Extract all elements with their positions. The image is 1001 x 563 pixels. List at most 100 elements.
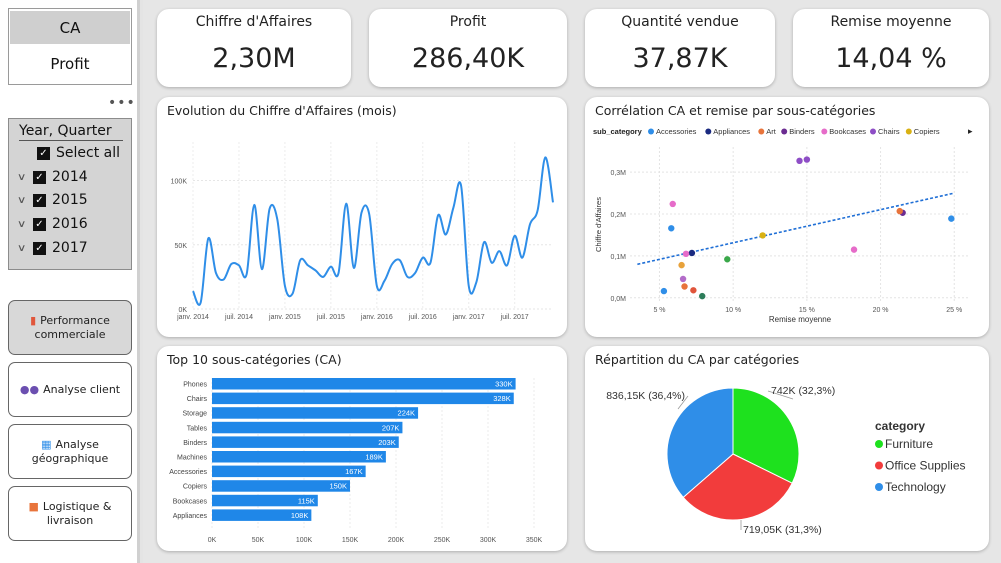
select-all-label: Select all xyxy=(56,145,120,161)
line-chart-card[interactable]: Evolution du Chiffre d'Affaires (mois) 0… xyxy=(157,97,567,337)
slicer-item-2016[interactable]: ∨ ✓ 2016 xyxy=(17,216,88,232)
bar-data-label: 108K xyxy=(291,511,309,520)
toggle-ca-button[interactable]: CA xyxy=(10,11,130,44)
legend-title: sub_category xyxy=(593,127,643,136)
more-options-icon[interactable]: ••• xyxy=(108,95,136,111)
bar-data-label: 203K xyxy=(378,438,396,447)
y-tick-label: 50K xyxy=(175,243,188,250)
legend-marker xyxy=(821,128,828,135)
nav-analyse-client[interactable]: ●● Analyse client xyxy=(8,362,132,417)
year-label: 2014 xyxy=(52,169,88,185)
kpi-card-remise[interactable]: Remise moyenne 14,04 % xyxy=(793,9,989,87)
y-tick-label: 0,1M xyxy=(610,254,626,261)
scatter-point xyxy=(682,250,690,258)
toggle-profit-button[interactable]: Profit xyxy=(9,44,131,84)
pie-chart: 742K (32,3%) 719,05K (31,3%) 836,15K (36,4… xyxy=(606,385,965,536)
nav-logistique-livraison[interactable]: ■ Logistique & livraison xyxy=(8,486,132,541)
x-tick-label: 200K xyxy=(388,537,405,544)
scatter-point xyxy=(699,292,706,300)
x-tick-label: 0K xyxy=(208,537,217,544)
legend-label: Technology xyxy=(885,480,946,494)
scatter-point xyxy=(669,200,676,208)
x-tick-label: 350K xyxy=(526,537,543,544)
nav-performance-commerciale[interactable]: ▮ Performance commerciale xyxy=(8,300,132,355)
x-tick-label: 10 % xyxy=(725,307,741,314)
scatter-chart-card[interactable]: Corrélation CA et remise par sous-catégo… xyxy=(585,97,989,337)
kpi-value: 37,87K xyxy=(632,43,728,74)
slicer-item-2015[interactable]: ∨ ✓ 2015 xyxy=(17,192,88,208)
x-tick-label: 20 % xyxy=(873,307,889,314)
x-tick-label: janv. 2017 xyxy=(452,314,485,321)
chevron-down-icon[interactable]: ∨ xyxy=(17,172,35,183)
y-category-label: Binders xyxy=(183,440,207,447)
kpi-label: Chiffre d'Affaires xyxy=(195,14,313,30)
x-tick-label: 300K xyxy=(480,537,497,544)
bar-chart-card[interactable]: Top 10 sous-catégories (CA) 0K 50K 100K 150… xyxy=(157,346,567,551)
legend-title: category xyxy=(875,419,925,433)
kpi-value: 14,04 % xyxy=(835,43,947,74)
legend-marker xyxy=(648,128,654,135)
bar xyxy=(212,436,399,448)
y-category-label: Machines xyxy=(177,455,207,462)
kpi-card-profit[interactable]: Profit 286,40K xyxy=(369,9,567,87)
chevron-down-icon[interactable]: ∨ xyxy=(17,243,35,254)
bar xyxy=(212,392,514,405)
legend-label: Copiers xyxy=(914,127,940,136)
kpi-label: Quantité vendue xyxy=(621,14,739,30)
legend-marker xyxy=(781,128,788,135)
legend-marker xyxy=(705,128,712,135)
y-category-label: Phones xyxy=(183,382,207,389)
legend-marker xyxy=(875,440,883,448)
scatter-point xyxy=(850,246,858,253)
scatter-point xyxy=(948,215,955,222)
y-category-label: Accessories xyxy=(169,469,207,476)
bar-chart-icon: ▮ xyxy=(30,313,37,327)
slicer-title: Year, Quarter xyxy=(19,123,123,141)
x-tick-label: juil. 2016 xyxy=(408,314,437,321)
kpi-value: 286,40K xyxy=(411,43,525,74)
bar-data-label: 150K xyxy=(329,482,347,491)
legend-label: Accessories xyxy=(656,127,697,136)
scatter-point xyxy=(803,156,811,163)
ca-series-line xyxy=(192,156,554,306)
x-tick-label: 5 % xyxy=(653,307,665,314)
y-category-label: Appliances xyxy=(173,513,208,520)
x-tick-label: janv. 2016 xyxy=(360,314,393,321)
kpi-value: 2,30M xyxy=(212,43,296,74)
legend-label: Bookcases xyxy=(829,127,866,136)
slicer-item-2017[interactable]: ∨ ✓ 2017 xyxy=(17,240,88,256)
kpi-card-ca[interactable]: Chiffre d'Affaires 2,30M xyxy=(157,9,351,87)
checkbox-icon[interactable]: ✓ xyxy=(37,146,50,160)
x-tick-label: janv. 2014 xyxy=(176,314,209,321)
kpi-card-quantite[interactable]: Quantité vendue 37,87K xyxy=(585,9,775,87)
bar-data-label: 115K xyxy=(298,496,315,505)
pie-chart-card[interactable]: Répartition du CA par catégories 742K (3… xyxy=(585,346,989,551)
year-label: 2016 xyxy=(52,216,88,232)
pie-data-label: 742K (32,3%) xyxy=(771,385,835,397)
nav-analyse-geographique[interactable]: ▦ Analyse géographique xyxy=(8,424,132,479)
slicer-item-2014[interactable]: ∨ ✓ 2014 xyxy=(17,169,88,185)
pie-data-label: 836,15K (36,4%) xyxy=(606,390,685,402)
legend-marker xyxy=(905,128,912,135)
y-category-label: Tables xyxy=(187,425,208,432)
x-tick-label: juil. 2015 xyxy=(316,314,345,321)
bar-data-label: 207K xyxy=(382,423,400,432)
bar xyxy=(212,421,403,434)
x-tick-label: 150K xyxy=(342,537,359,544)
x-tick-label: 25 % xyxy=(946,307,962,314)
scatter-point xyxy=(668,225,675,232)
chevron-down-icon[interactable]: ∨ xyxy=(17,219,35,230)
map-icon: ▦ xyxy=(41,437,52,451)
scatter-point xyxy=(896,207,903,215)
legend-next-icon: ▸ xyxy=(968,126,973,136)
bar-data-label: 328K xyxy=(493,394,511,403)
scatter-point xyxy=(690,287,697,294)
chevron-down-icon[interactable]: ∨ xyxy=(17,195,35,206)
year-label: 2017 xyxy=(52,240,88,256)
y-category-label: Chairs xyxy=(187,396,208,403)
bar-data-label: 224K xyxy=(398,409,416,418)
slicer-select-all[interactable]: ✓ Select all xyxy=(37,145,120,161)
nav-label: Analyse client xyxy=(43,382,121,396)
y-tick-label: 0K xyxy=(178,307,187,314)
bar-data-label: 330K xyxy=(495,380,513,389)
